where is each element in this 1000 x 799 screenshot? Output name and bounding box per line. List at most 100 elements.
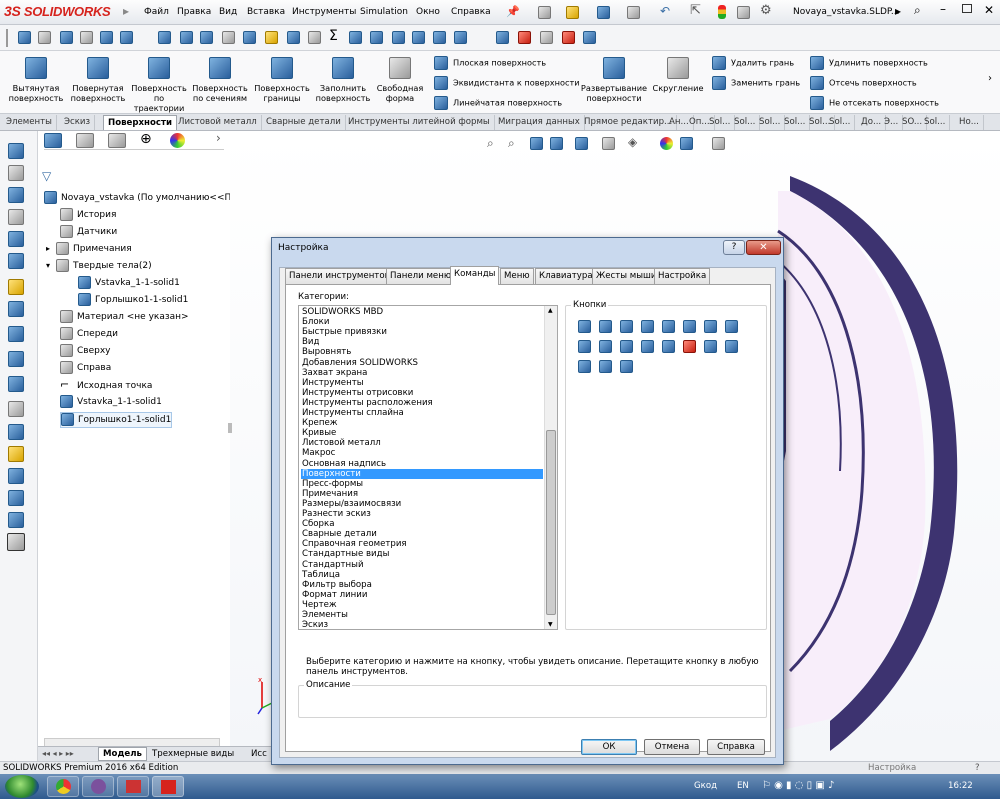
planar-surface-icon[interactable] [578, 340, 591, 353]
tab-direct-editing[interactable]: Прямое редактир... [580, 115, 678, 130]
tree-item-feature-1[interactable]: Vstavka_1-1-solid1 [60, 395, 162, 409]
category-item[interactable]: Блоки [301, 317, 543, 327]
lofted-surface-button[interactable]: Поверхность по сечениям [190, 57, 250, 103]
category-item[interactable]: Эскиз [301, 620, 543, 630]
untrim-surface-button[interactable]: Не отсекать поверхность [810, 96, 939, 110]
tool4-icon[interactable] [287, 31, 300, 44]
tab-study[interactable]: Исс [251, 748, 267, 761]
category-item[interactable]: Крепеж [301, 418, 543, 428]
tab-surfaces[interactable]: Поверхности [103, 115, 177, 130]
tool8-icon[interactable] [412, 31, 425, 44]
tray-icons[interactable]: ⚐ ◉ ▮ ◌ ▯ ▣ ♪ [762, 780, 834, 791]
tab-no[interactable]: Но... [955, 115, 984, 130]
category-item[interactable]: Инструменты сплайна [301, 408, 543, 418]
help-button[interactable]: Справка [707, 739, 765, 755]
cancel-button[interactable]: Отмена [644, 739, 700, 755]
category-item[interactable]: Сварные детали [301, 529, 543, 539]
boundary-surface-icon[interactable] [662, 320, 675, 333]
revolve-surface-icon[interactable] [599, 320, 612, 333]
loft-surface-icon[interactable] [641, 320, 654, 333]
tab-sketch[interactable]: Эскиз [60, 115, 96, 130]
tab-model[interactable]: Модель [98, 747, 147, 761]
category-item[interactable]: Стандартный [301, 560, 543, 570]
category-item[interactable]: Кривые [301, 428, 543, 438]
restore-icon[interactable] [962, 4, 972, 13]
sketch-line-icon[interactable] [18, 31, 31, 44]
tree-item-right-plane[interactable]: Справа [60, 361, 111, 375]
tool-q-icon[interactable] [8, 512, 24, 528]
tool-h-icon[interactable] [8, 301, 24, 317]
filter-icon[interactable]: ▽ [42, 169, 51, 183]
tool-o-icon[interactable] [8, 468, 24, 484]
tab-menus[interactable]: Меню [500, 268, 534, 284]
category-item[interactable]: Чертеж [301, 600, 543, 610]
category-item[interactable]: Формат линии [301, 590, 543, 600]
replace-face-button[interactable]: Заменить грань [712, 76, 800, 90]
gear-icon[interactable]: ⚙ [760, 3, 772, 18]
category-item[interactable]: Инструменты отрисовки [301, 388, 543, 398]
category-item[interactable]: Пресс-формы [301, 479, 543, 489]
tree-item-sensors[interactable]: Датчики [60, 225, 117, 239]
category-item[interactable]: Поверхности [301, 468, 543, 479]
delete-face-icon[interactable] [683, 340, 696, 353]
view-orientation-icon[interactable] [575, 137, 588, 150]
category-item[interactable]: Таблица [301, 570, 543, 580]
expand-arrow-icon[interactable]: ▸ [123, 4, 129, 18]
tab-customization[interactable]: Настройка [654, 268, 711, 284]
start-button[interactable] [5, 775, 39, 798]
tab-weldments[interactable]: Сварные детали [262, 115, 346, 130]
select-icon[interactable]: ⇱ [690, 3, 701, 18]
tool-f-icon[interactable] [8, 253, 24, 269]
tool9-icon[interactable] [433, 31, 446, 44]
section-icon[interactable] [222, 31, 235, 44]
point-icon[interactable] [60, 31, 73, 44]
section-view-icon[interactable] [550, 137, 563, 150]
tool11-icon[interactable] [496, 31, 509, 44]
revolved-surface-button[interactable]: Повернутая поверхность [70, 57, 126, 103]
category-item[interactable]: Добавления SOLIDWORKS [301, 358, 543, 368]
scroll-down-icon[interactable]: ▼ [548, 621, 553, 628]
close-icon[interactable]: ✕ [984, 3, 994, 17]
tree-item-top-plane[interactable]: Сверху [60, 344, 111, 358]
extend-surface-button[interactable]: Удлинить поверхность [810, 56, 928, 70]
freeform-button[interactable]: Свободная форма [376, 57, 424, 103]
tool-r-icon[interactable] [7, 533, 25, 551]
untrim-surface-icon[interactable] [641, 340, 654, 353]
category-item[interactable]: Стандартные виды [301, 549, 543, 559]
offset-surface-button[interactable]: Эквидистанта к поверхности [434, 76, 580, 90]
swept-surface-button[interactable]: Поверхность по траектории [130, 57, 188, 113]
replace-face-icon[interactable] [704, 340, 717, 353]
display-style-icon[interactable] [602, 137, 615, 150]
fillet-button[interactable]: Скругление [652, 57, 704, 93]
dialog-help-button[interactable]: ? [723, 240, 745, 255]
flatten-surface-icon[interactable] [620, 360, 633, 373]
category-item[interactable]: Фильтр выбора [301, 580, 543, 590]
categories-scrollbar[interactable]: ▲ ▼ [544, 306, 557, 629]
category-item[interactable]: Макрос [301, 448, 543, 458]
print-icon[interactable] [627, 6, 640, 19]
ribbon-scroll-icon[interactable]: › [988, 73, 992, 84]
scroll-thumb[interactable] [546, 430, 556, 615]
file-properties-icon[interactable] [737, 6, 750, 19]
tree-item-solid-bodies[interactable]: ▾ Твердые тела(2) [46, 259, 152, 273]
sketch-arrow-icon[interactable] [38, 31, 51, 44]
solidworks-taskbar-icon[interactable] [152, 776, 184, 797]
category-item[interactable]: Захват экрана [301, 368, 543, 378]
tool-b-icon[interactable] [8, 165, 24, 181]
ruled-surface-button[interactable]: Линейчатая поверхность [434, 96, 562, 110]
tab-toolbars[interactable]: Панели инструментов [285, 268, 394, 284]
balance-icon[interactable] [200, 31, 213, 44]
cube-icon[interactable] [308, 31, 321, 44]
splitter-handle[interactable] [228, 423, 232, 433]
menu-window[interactable]: Окно [416, 7, 440, 17]
sigma-icon[interactable]: Σ [329, 28, 338, 44]
app-taskbar-icon[interactable] [117, 776, 149, 797]
boundary-surface-button[interactable]: Поверхность границы [253, 57, 311, 103]
display-settings-icon[interactable] [712, 137, 725, 150]
tree-item-material[interactable]: Материал <не указан> [60, 310, 189, 324]
category-item[interactable]: Основная надпись [301, 459, 543, 469]
hide-show-icon[interactable]: ◈ [628, 135, 637, 149]
menu-file[interactable]: Файл [144, 7, 169, 17]
tab-data-migration[interactable]: Миграция данных [494, 115, 585, 130]
category-item[interactable]: Вид [301, 337, 543, 347]
